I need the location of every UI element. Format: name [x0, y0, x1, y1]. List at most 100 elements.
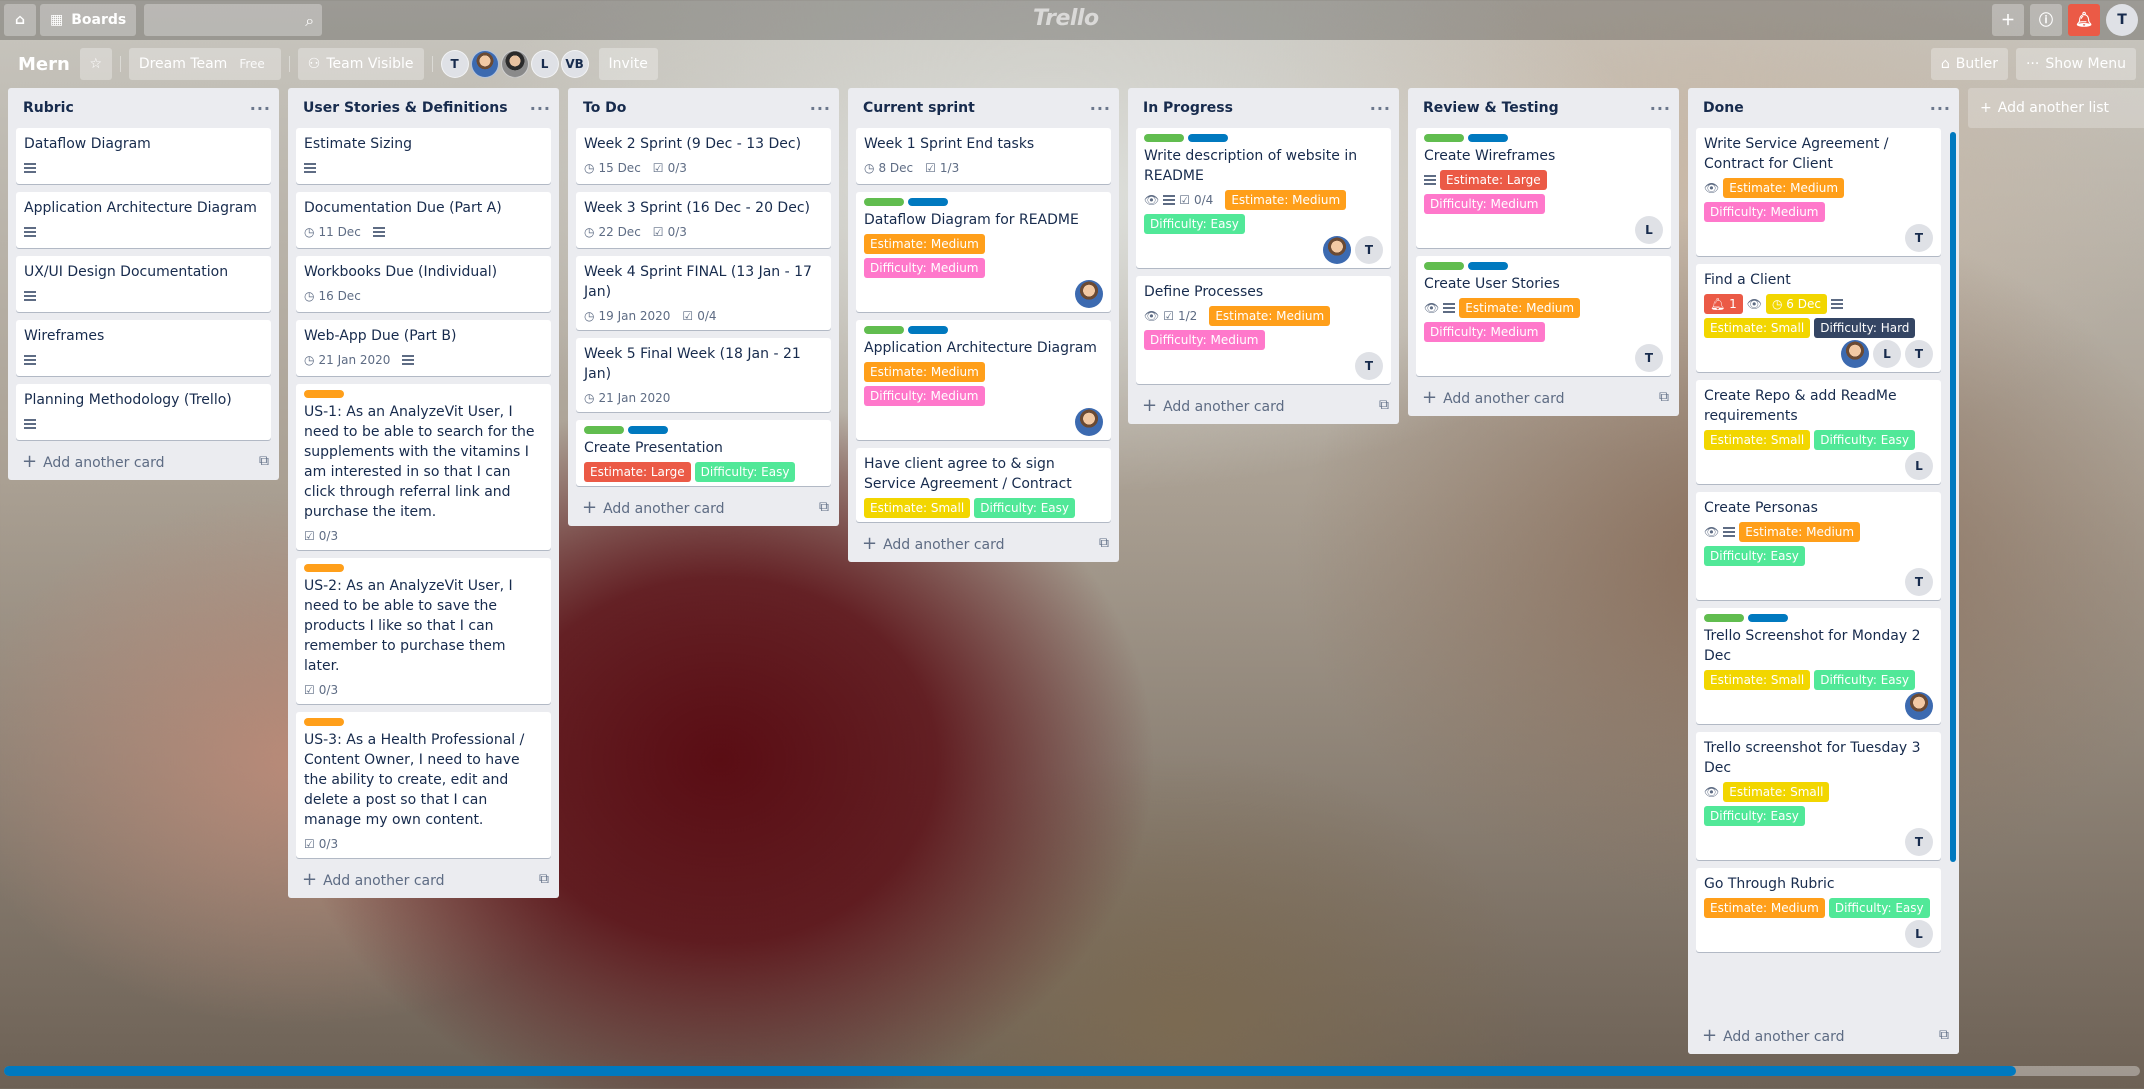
list-header[interactable]: Done ··· — [1688, 88, 1959, 128]
label-green[interactable] — [584, 426, 624, 434]
scrollbar-thumb[interactable] — [4, 1066, 2016, 1076]
visibility-button[interactable]: ⚇ Team Visible — [297, 48, 424, 80]
estimate-label[interactable]: Estimate: Medium — [1459, 298, 1581, 318]
add-card-button[interactable]: + Add another card ⧉ — [288, 860, 559, 898]
card[interactable]: Documentation Due (Part A) ◷ 11 Dec — [296, 192, 551, 248]
card[interactable]: US-3: As a Health Professional / Content… — [296, 712, 551, 858]
list-menu-icon[interactable]: ··· — [810, 99, 831, 118]
card[interactable]: Week 5 Final Week (18 Jan - 21 Jan) ◷ 21 J… — [576, 338, 831, 412]
list-header[interactable]: Review & Testing ··· — [1408, 88, 1679, 128]
template-icon[interactable]: ⧉ — [1659, 389, 1669, 405]
card[interactable]: US-1: As an AnalyzeVit User, I need to b… — [296, 384, 551, 550]
estimate-label[interactable]: Estimate: Medium — [864, 234, 985, 254]
invite-button[interactable]: Invite — [598, 48, 658, 80]
estimate-label[interactable]: Estimate: Small — [864, 498, 971, 518]
add-list-button[interactable]: + Add another list — [1968, 88, 2144, 128]
card-member-avatar[interactable]: T — [1905, 340, 1933, 368]
template-icon[interactable]: ⧉ — [1099, 535, 1109, 551]
difficulty-label[interactable]: Difficulty: Easy — [1704, 806, 1805, 826]
label-green[interactable] — [1424, 262, 1464, 270]
list-menu-icon[interactable]: ··· — [1650, 99, 1671, 118]
label-orange[interactable] — [304, 718, 344, 726]
label-blue[interactable] — [908, 326, 948, 334]
difficulty-label[interactable]: Difficulty: Hard — [1814, 318, 1916, 338]
user-avatar[interactable]: T — [2106, 4, 2138, 36]
label-blue[interactable] — [628, 426, 668, 434]
add-card-button[interactable]: + Add another card ⧉ — [1408, 378, 1679, 416]
member-avatar[interactable] — [470, 50, 499, 78]
card-member-avatar[interactable]: L — [1635, 216, 1663, 244]
list-header[interactable]: Rubric ··· — [8, 88, 279, 128]
list-menu-icon[interactable]: ··· — [1370, 99, 1391, 118]
notifications-button[interactable]: 🔔︎ — [2068, 4, 2100, 36]
card[interactable]: Wireframes — [16, 320, 271, 376]
template-icon[interactable]: ⧉ — [259, 453, 269, 469]
label-green[interactable] — [1144, 134, 1184, 142]
difficulty-label[interactable]: Difficulty: Medium — [1424, 322, 1545, 342]
card-member-avatar[interactable]: T — [1635, 344, 1663, 372]
card[interactable]: Create Repo & add ReadMe requirements Est… — [1696, 380, 1941, 484]
card[interactable]: Week 4 Sprint FINAL (13 Jan - 17 Jan) ◷ 19… — [576, 256, 831, 330]
home-button[interactable]: ⌂ — [4, 4, 36, 36]
card-member-avatar[interactable]: L — [1905, 920, 1933, 948]
list-menu-icon[interactable]: ··· — [530, 99, 551, 118]
difficulty-label[interactable]: Difficulty: Easy — [1704, 546, 1805, 566]
card-member-avatar[interactable]: T — [1905, 828, 1933, 856]
estimate-label[interactable]: Estimate: Small — [1704, 670, 1811, 690]
card[interactable]: Create Wireframes Estimate: Large Difficul… — [1416, 128, 1671, 248]
scrollbar-thumb[interactable] — [1950, 132, 1956, 862]
card[interactable]: Go Through Rubric Estimate: Medium Difficu… — [1696, 868, 1941, 952]
difficulty-label[interactable]: Difficulty: Medium — [1704, 202, 1825, 222]
list-menu-icon[interactable]: ··· — [1090, 99, 1111, 118]
label-green[interactable] — [864, 198, 904, 206]
label-blue[interactable] — [1468, 262, 1508, 270]
board-horizontal-scrollbar[interactable] — [4, 1066, 2140, 1076]
member-avatar[interactable]: L — [530, 50, 559, 78]
card[interactable]: Find a Client 🔔︎ 1 👁︎ ◷ 6 Dec Estimate: Smal… — [1696, 264, 1941, 372]
member-avatar[interactable] — [500, 50, 529, 78]
estimate-label[interactable]: Estimate: Medium — [1723, 178, 1845, 198]
difficulty-label[interactable]: Difficulty: Medium — [1424, 194, 1545, 214]
card[interactable]: Create Personas 👁︎ Estimate: Medium Difficu… — [1696, 492, 1941, 600]
card[interactable]: Trello screenshot for Tuesday 3 Dec 👁︎ Est… — [1696, 732, 1941, 860]
card-member-avatar[interactable]: L — [1905, 452, 1933, 480]
add-card-button[interactable]: + Add another card ⧉ — [848, 524, 1119, 562]
card[interactable]: Dataflow Diagram — [16, 128, 271, 184]
estimate-label[interactable]: Estimate: Large — [584, 462, 691, 482]
label-blue[interactable] — [1748, 614, 1788, 622]
board-title[interactable]: Mern — [8, 54, 80, 75]
card-member-avatar[interactable]: T — [1905, 568, 1933, 596]
difficulty-label[interactable]: Difficulty: Medium — [1144, 330, 1265, 350]
label-blue[interactable] — [1468, 134, 1508, 142]
card[interactable]: Week 2 Sprint (9 Dec - 13 Dec) ◷ 15 Dec ☑ 0/… — [576, 128, 831, 184]
star-button[interactable]: ☆ — [79, 48, 112, 80]
card[interactable]: Application Architecture Diagram — [16, 192, 271, 248]
card[interactable]: US-2: As an AnalyzeVit User, I need to b… — [296, 558, 551, 704]
card-member-avatar[interactable]: T — [1355, 352, 1383, 380]
list-header[interactable]: User Stories & Definitions ··· — [288, 88, 559, 128]
difficulty-label[interactable]: Difficulty: Medium — [864, 386, 985, 406]
list-scrollbar[interactable] — [1950, 132, 1956, 862]
list-menu-icon[interactable]: ··· — [1930, 99, 1951, 118]
estimate-label[interactable]: Estimate: Medium — [1209, 306, 1331, 326]
estimate-label[interactable]: Estimate: Small — [1704, 430, 1811, 450]
info-button[interactable]: ⓘ — [2030, 4, 2062, 36]
card[interactable]: Week 3 Sprint (16 Dec - 20 Dec) ◷ 22 Dec ☑ 0… — [576, 192, 831, 248]
estimate-label[interactable]: Estimate: Small — [1723, 782, 1830, 802]
template-icon[interactable]: ⧉ — [819, 499, 829, 515]
card-member-avatar[interactable] — [1075, 408, 1103, 436]
estimate-label[interactable]: Estimate: Medium — [1704, 898, 1825, 918]
list-header[interactable]: Current sprint ··· — [848, 88, 1119, 128]
difficulty-label[interactable]: Difficulty: Easy — [694, 462, 796, 482]
card[interactable]: Estimate Sizing — [296, 128, 551, 184]
card-member-avatar[interactable] — [1323, 236, 1351, 264]
card[interactable]: Trello Screenshot for Monday 2 Dec Estima… — [1696, 608, 1941, 724]
label-blue[interactable] — [908, 198, 948, 206]
due-date-badge[interactable]: ◷ 6 Dec — [1765, 294, 1827, 314]
create-button[interactable]: ＋ — [1992, 4, 2024, 36]
card-member-avatar[interactable] — [1841, 340, 1869, 368]
card[interactable]: Define Processes 👁︎ ☑ 1/2 Estimate: Medium Di… — [1136, 276, 1391, 384]
boards-button[interactable]: ▦ Boards — [40, 4, 137, 36]
estimate-label[interactable]: Estimate: Small — [1704, 318, 1811, 338]
estimate-label[interactable]: Estimate: Medium — [1739, 522, 1861, 542]
